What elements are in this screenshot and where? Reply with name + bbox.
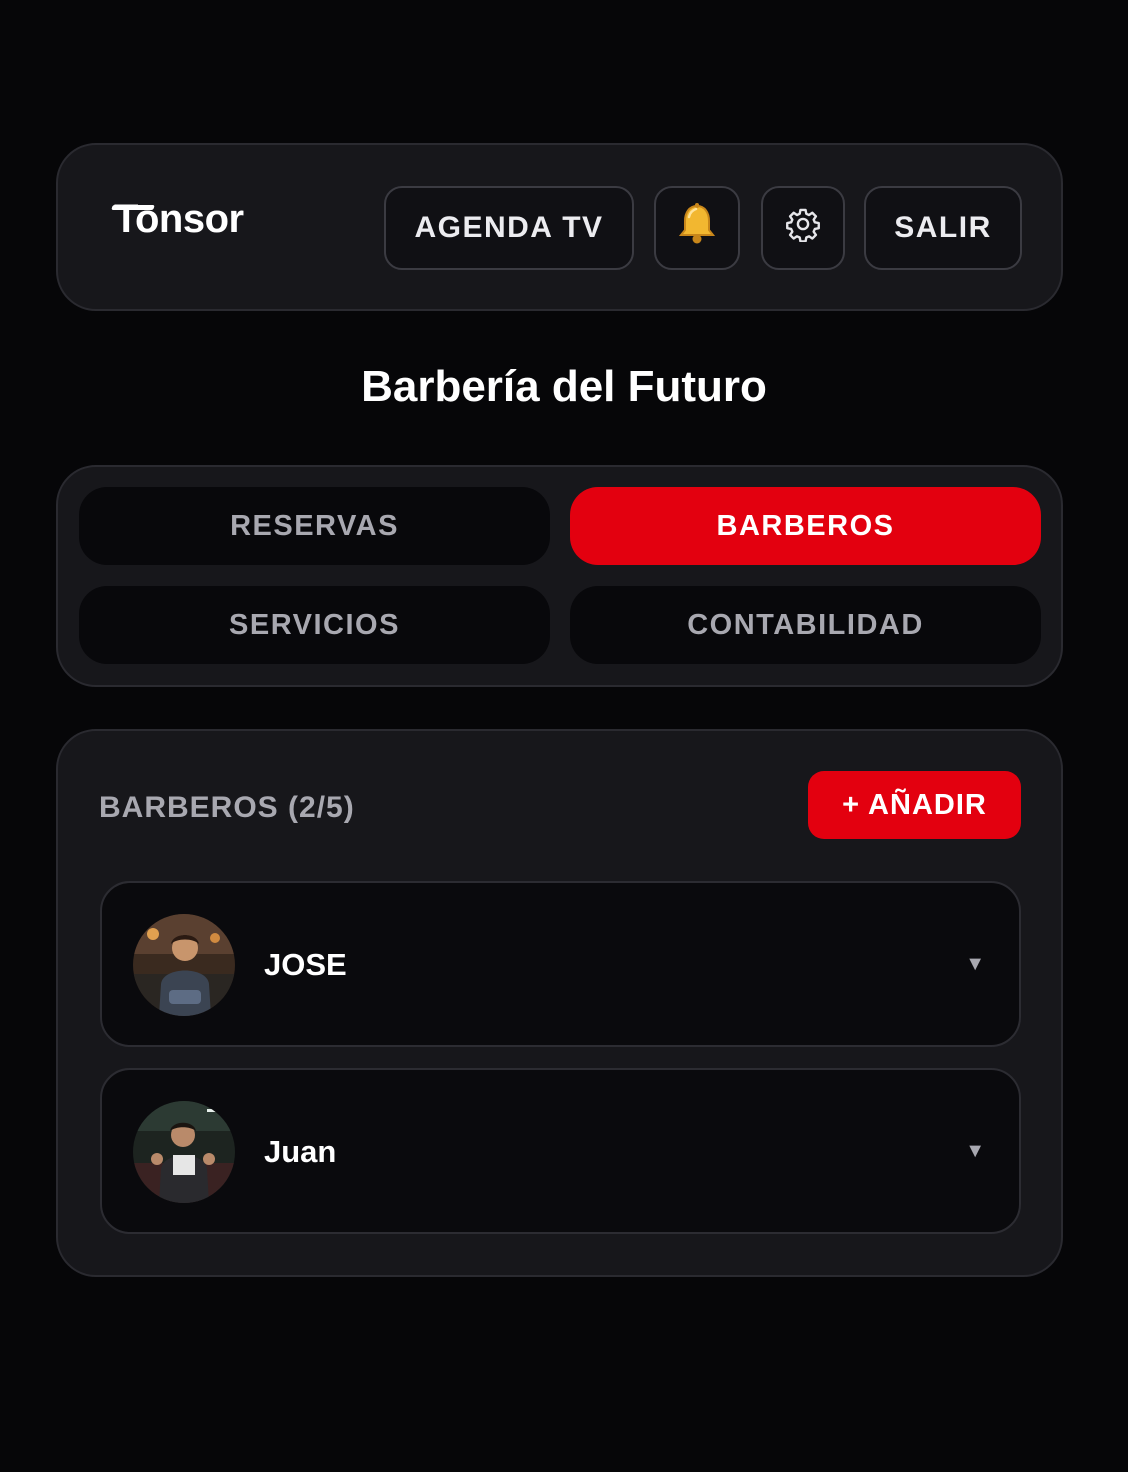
add-barber-button[interactable]: + AÑADIR	[808, 771, 1021, 839]
agenda-tv-button[interactable]: AGENDA TV	[384, 186, 634, 270]
app-screen: Tonsor AGENDA TV SALIR Barbería del Futu…	[0, 0, 1128, 1472]
tab-label: SERVICIOS	[229, 608, 400, 641]
chevron-down-icon: ▼	[965, 1140, 985, 1162]
section-tabs: RESERVAS BARBEROS SERVICIOS CONTABILIDAD	[56, 465, 1063, 687]
bell-icon	[677, 203, 717, 253]
tab-label: RESERVAS	[230, 509, 399, 542]
barbers-count-heading: BARBEROS (2/5)	[99, 791, 355, 824]
gear-icon	[785, 206, 821, 250]
barbers-panel: BARBEROS (2/5) + AÑADIR JOSE ▼ Juan ▼	[56, 729, 1063, 1277]
page-title: Barbería del Futuro	[361, 362, 767, 411]
avatar	[133, 1101, 235, 1203]
logout-label: SALIR	[894, 211, 992, 244]
barber-row-jose[interactable]: JOSE ▼	[100, 881, 1021, 1047]
logout-button[interactable]: SALIR	[864, 186, 1022, 270]
tab-barberos[interactable]: BARBEROS	[570, 487, 1041, 565]
notifications-button[interactable]	[654, 186, 740, 270]
agenda-tv-label: AGENDA TV	[414, 211, 604, 244]
logo-text: Tonsor	[114, 197, 244, 241]
tab-label: BARBEROS	[716, 509, 895, 542]
tab-contabilidad[interactable]: CONTABILIDAD	[570, 586, 1041, 664]
barber-row-juan[interactable]: Juan ▼	[100, 1068, 1021, 1234]
settings-button[interactable]	[761, 186, 845, 270]
tonsor-logo[interactable]: Tonsor	[111, 197, 244, 242]
add-barber-label: + AÑADIR	[842, 788, 987, 821]
tab-reservas[interactable]: RESERVAS	[79, 487, 550, 565]
tab-servicios[interactable]: SERVICIOS	[79, 586, 550, 664]
logo-accent-bar	[111, 205, 155, 210]
tab-label: CONTABILIDAD	[687, 608, 924, 641]
top-bar: Tonsor AGENDA TV SALIR	[56, 143, 1063, 311]
chevron-down-icon: ▼	[965, 953, 985, 975]
avatar	[133, 914, 235, 1016]
barber-name: Juan	[264, 1134, 337, 1169]
barber-name: JOSE	[264, 947, 347, 982]
